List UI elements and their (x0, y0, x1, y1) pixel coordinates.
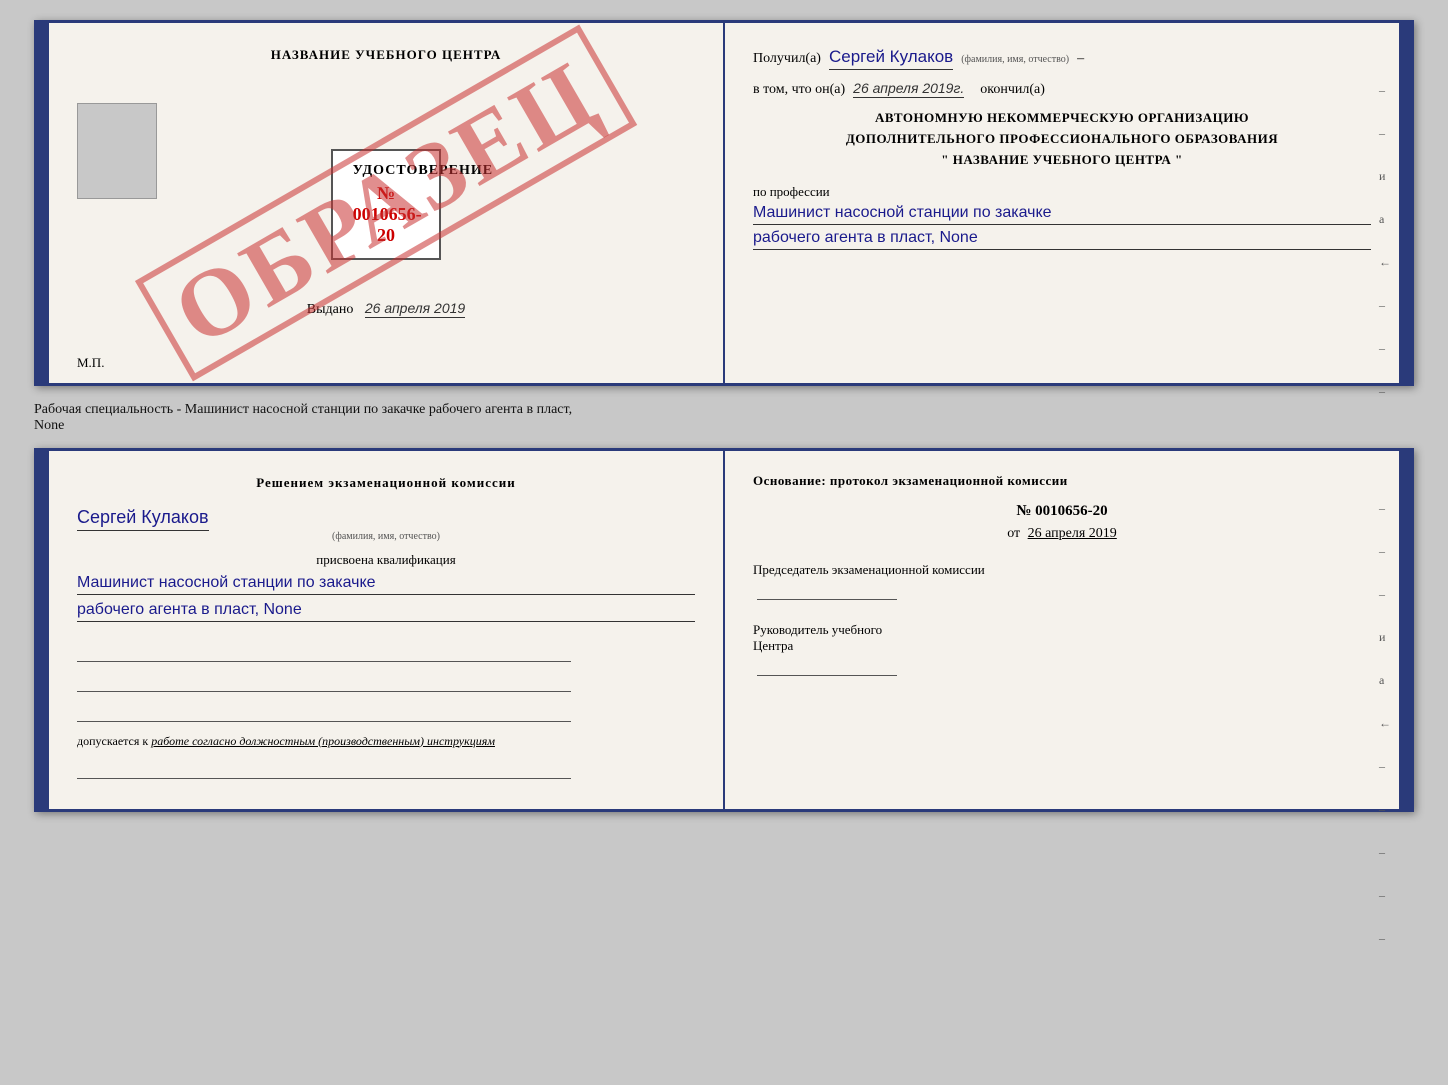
sig-line-bottom (77, 757, 571, 779)
predsedatel-sign-line (757, 578, 897, 600)
profession-line1-top: Машинист насосной станции по закачке (753, 204, 1371, 225)
name-sublabel: (фамилия, имя, отчество) (77, 531, 695, 542)
decision-title: Решением экзаменационной комиссии (77, 473, 695, 493)
допускается-value: работе согласно должностным (производств… (151, 734, 495, 748)
spine-bottom-right (1399, 451, 1411, 809)
top-document: НАЗВАНИЕ УЧЕБНОГО ЦЕНТРА ОБРАЗЕЦ УДОСТОВ… (34, 20, 1414, 386)
issued-date-block: Выдано 26 апреля 2019 (307, 300, 465, 318)
rukovoditel-sign-line (757, 654, 897, 676)
poluchil-label: Получил(а) (753, 51, 821, 67)
recipient-name: Сергей Кулаков (829, 47, 953, 70)
org-line3: " НАЗВАНИЕ УЧЕБНОГО ЦЕНТРА " (753, 150, 1371, 171)
middle-text2-content: None (34, 418, 64, 433)
center-title-top: НАЗВАНИЕ УЧЕБНОГО ЦЕНТРА (271, 47, 502, 63)
issued-label: Выдано (307, 302, 354, 317)
bottom-document: Решением экзаменационной комиссии Сергей… (34, 448, 1414, 812)
profession-block-top: по профессии Машинист насосной станции п… (753, 184, 1371, 250)
protokol-date: от 26 апреля 2019 (753, 526, 1371, 542)
doc-top-left: НАЗВАНИЕ УЧЕБНОГО ЦЕНТРА ОБРАЗЕЦ УДОСТОВ… (49, 23, 725, 383)
doc-top-right: Получил(а) Сергей Кулаков (фамилия, имя,… (725, 23, 1399, 383)
right-side-markers: – – и а ← – – – (1379, 83, 1391, 399)
predsedatel-label: Председатель экзаменационной комиссии (753, 562, 1371, 578)
centra-label: Центра (753, 638, 1371, 654)
dash1: – (1077, 51, 1084, 67)
profession-line2-top: рабочего агента в пласт, None (753, 229, 1371, 250)
protokol-number: № 0010656-20 (753, 503, 1371, 520)
photo-placeholder (77, 103, 157, 199)
rukovoditel-block: Руководитель учебного Центра (753, 622, 1371, 680)
doc-bottom-right: Основание: протокол экзаменационной коми… (725, 451, 1399, 809)
mp-label: М.П. (77, 355, 104, 371)
date-line: в том, что он(а) 26 апреля 2019г. окончи… (753, 80, 1371, 98)
osnov-title: Основание: протокол экзаменационной коми… (753, 473, 1371, 489)
v-tom-label: в том, что он(а) (753, 82, 845, 98)
sig-line-3 (77, 700, 571, 722)
protokol-date-value: 26 апреля 2019 (1028, 526, 1117, 541)
org-block: АВТОНОМНУЮ НЕКОММЕРЧЕСКУЮ ОРГАНИЗАЦИЮ ДО… (753, 108, 1371, 170)
org-line1: АВТОНОМНУЮ НЕКОММЕРЧЕСКУЮ ОРГАНИЗАЦИЮ (753, 108, 1371, 129)
spine-left (37, 23, 49, 383)
bottom-profession-line1: Машинист насосной станции по закачке (77, 574, 695, 595)
middle-text: Рабочая специальность - Машинист насосно… (34, 396, 1414, 438)
bottom-right-markers: – – – и а ← – – – – – (1379, 501, 1391, 946)
recipient-line: Получил(а) Сергей Кулаков (фамилия, имя,… (753, 47, 1371, 70)
udostoverenie-box: УДОСТОВЕРЕНИЕ № 0010656-20 (331, 149, 442, 260)
допускается-text: допускается к работе согласно должностны… (77, 734, 695, 749)
predsedatel-block: Председатель экзаменационной комиссии (753, 562, 1371, 604)
doc-bottom-left: Решением экзаменационной комиссии Сергей… (49, 451, 725, 809)
spine-right (1399, 23, 1411, 383)
signature-lines (77, 640, 695, 722)
org-line2: ДОПОЛНИТЕЛЬНОГО ПРОФЕССИОНАЛЬНОГО ОБРАЗО… (753, 129, 1371, 150)
rukovoditel-label: Руководитель учебного (753, 622, 1371, 638)
ot-label: от (1007, 526, 1020, 541)
bottom-profession-block: Машинист насосной станции по закачке раб… (77, 574, 695, 622)
issued-date-value: 26 апреля 2019 (365, 300, 465, 318)
udostoverenie-number: № 0010656-20 (353, 183, 420, 246)
assigned-label: присвоена квалификация (77, 552, 695, 568)
po-professii-label: по профессии (753, 184, 830, 199)
udostoverenie-title: УДОСТОВЕРЕНИЕ (353, 163, 420, 179)
bottom-name-hw: Сергей Кулаков (77, 507, 209, 531)
bottom-name-block: Сергей Кулаков (фамилия, имя, отчество) (77, 507, 695, 542)
sig-line-1 (77, 640, 571, 662)
допускается-label: допускается к (77, 734, 148, 748)
spine-bottom-left (37, 451, 49, 809)
okonchil-label: окончил(а) (980, 82, 1045, 98)
famil-label: (фамилия, имя, отчество) (961, 54, 1069, 65)
middle-text-content: Рабочая специальность - Машинист насосно… (34, 402, 572, 417)
udostoverenie-box-wrapper: УДОСТОВЕРЕНИЕ № 0010656-20 (294, 139, 478, 270)
date-value-top: 26 апреля 2019г. (853, 80, 964, 98)
bottom-profession-line2: рабочего агента в пласт, None (77, 601, 695, 622)
sig-line-2 (77, 670, 571, 692)
